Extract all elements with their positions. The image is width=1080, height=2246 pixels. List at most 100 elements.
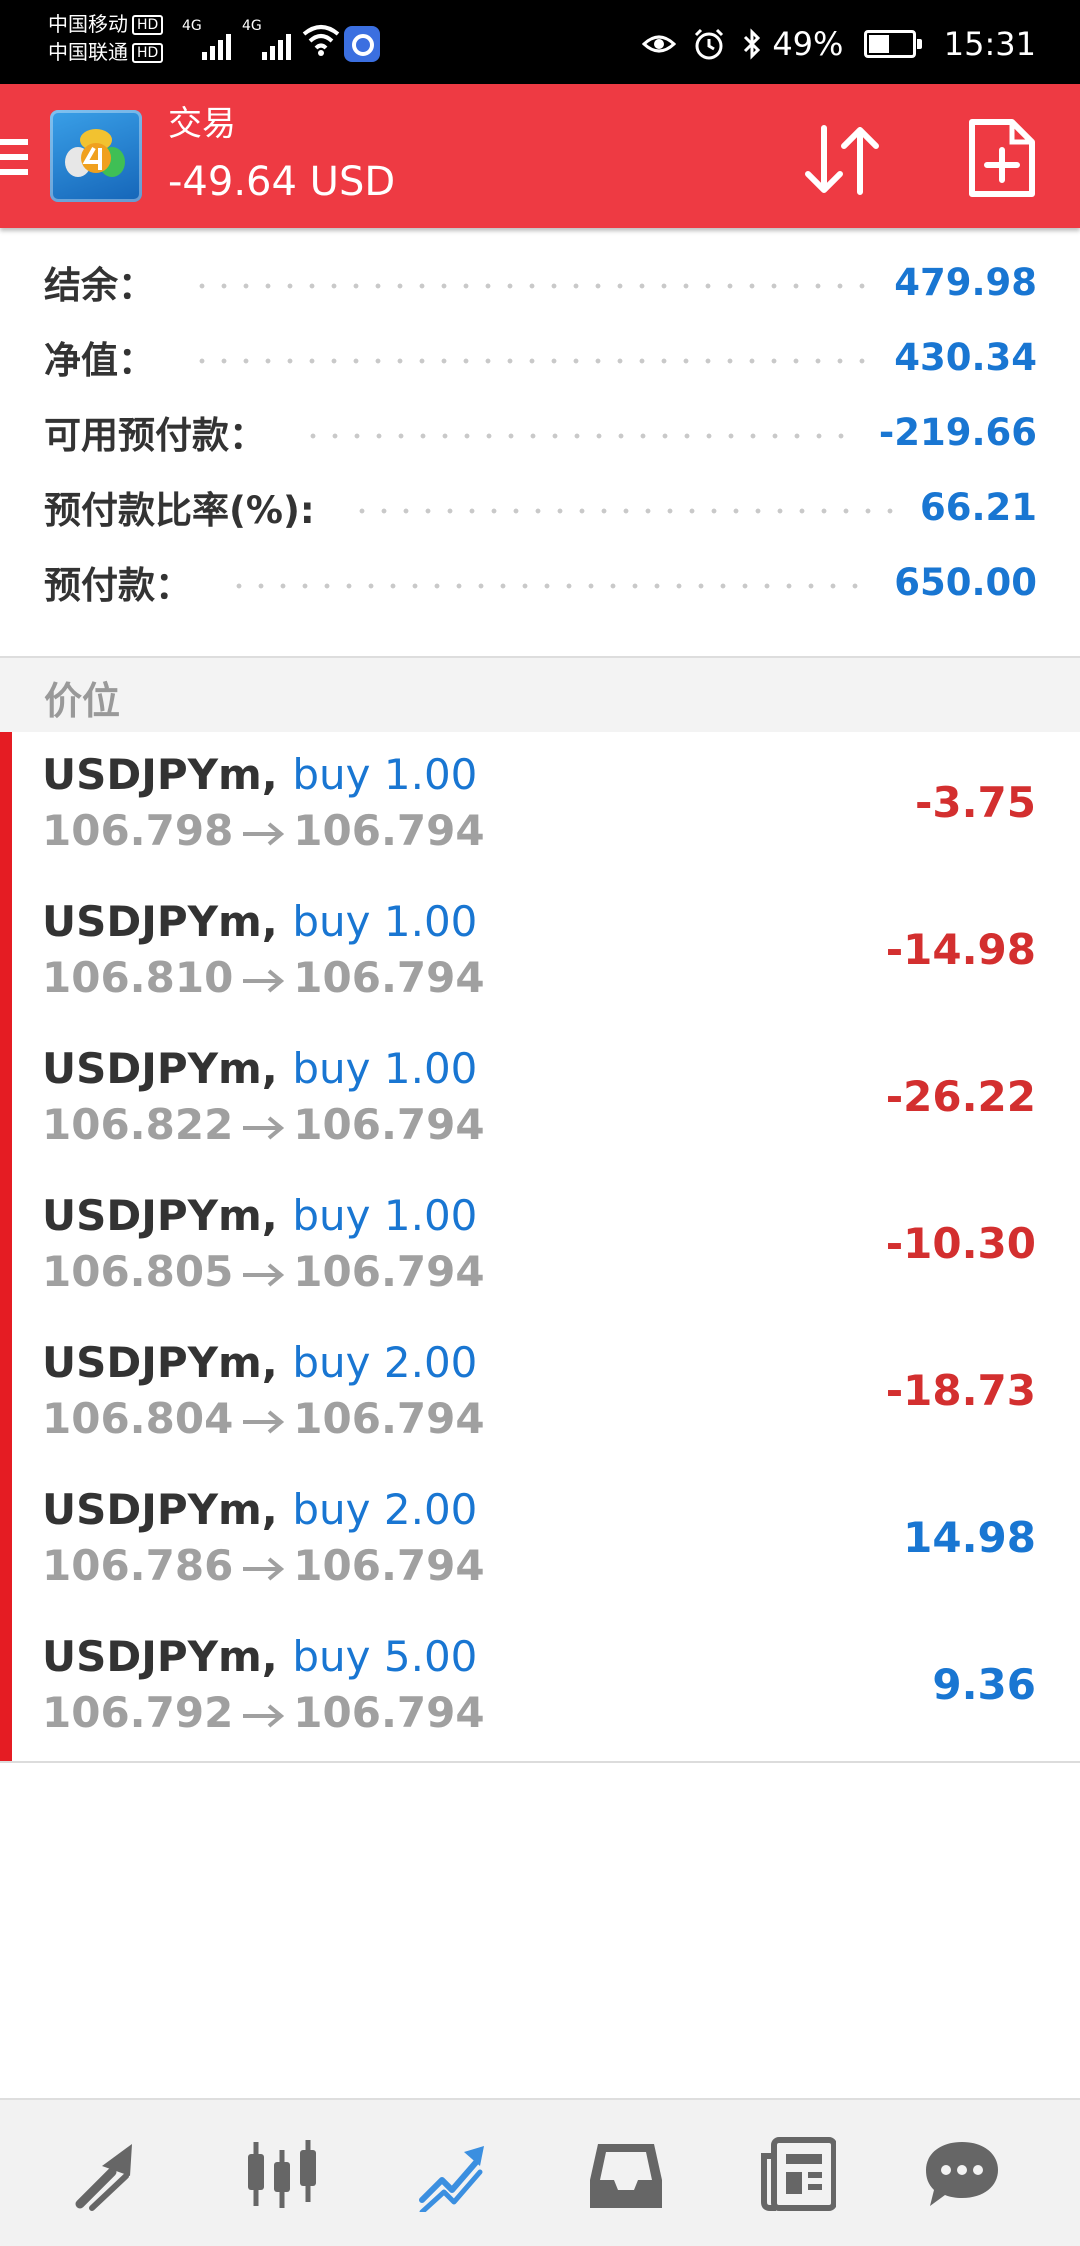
position-symbol: USDJPYm, [42, 1338, 278, 1387]
status-right: 49% 15:31 [641, 20, 1036, 66]
metatrader-logo [50, 110, 142, 202]
open-price: 106.822 [42, 1100, 234, 1149]
position-row[interactable]: USDJPYm, buy 5.00 106.792 106.794 9.36 [0, 1614, 1080, 1763]
bluetooth-icon [744, 28, 761, 60]
summary-row-free-margin: 可用预付款： -219.66 [44, 402, 1037, 462]
page-title: 交易 [168, 104, 236, 144]
dotted-leader [191, 283, 875, 289]
battery-percent: 49% [772, 25, 844, 63]
current-price: 106.794 [293, 953, 485, 1002]
summary-row-equity: 净值： 430.34 [44, 327, 1037, 387]
menu-icon[interactable] [0, 139, 28, 184]
bottom-navigation [0, 2098, 1080, 2246]
position-type: buy 2.00 [292, 1485, 478, 1534]
current-price: 106.794 [293, 1541, 485, 1590]
status-bar: 中国移动 HD 中国联通 HD 4G 4G 49% 15:31 [0, 0, 1080, 84]
current-price: 106.794 [293, 1100, 485, 1149]
position-type: buy 1.00 [292, 1191, 478, 1240]
open-price: 106.810 [42, 953, 234, 1002]
summary-value: 479.98 [894, 260, 1037, 304]
dotted-leader [228, 583, 875, 589]
open-price: 106.792 [42, 1688, 234, 1737]
position-type: buy 5.00 [292, 1632, 478, 1681]
carrier-info: 中国移动 HD 中国联通 HD [48, 10, 164, 66]
position-profit: -3.75 [914, 778, 1036, 827]
position-symbol: USDJPYm, [42, 897, 278, 946]
position-profit: -26.22 [885, 1072, 1036, 1121]
position-row[interactable]: USDJPYm, buy 1.00 106.810 106.794 -14.98 [0, 879, 1080, 1028]
current-price: 106.794 [293, 806, 485, 855]
position-type: buy 1.00 [292, 750, 478, 799]
summary-row-margin-level: 预付款比率(%): 66.21 [44, 477, 1037, 537]
arrow-right-icon [243, 1409, 285, 1434]
position-row[interactable]: USDJPYm, buy 2.00 106.786 106.794 14.98 [0, 1467, 1080, 1616]
position-symbol: USDJPYm, [42, 1191, 278, 1240]
position-symbol: USDJPYm, [42, 1044, 278, 1093]
arrow-right-icon [243, 1262, 285, 1287]
hd-badge: HD [132, 43, 164, 63]
summary-label: 预付款： [44, 564, 192, 607]
position-row[interactable]: USDJPYm, buy 2.00 106.804 106.794 -18.73 [0, 1320, 1080, 1469]
summary-value: 430.34 [894, 335, 1037, 379]
position-profit: 14.98 [903, 1513, 1036, 1562]
network-type: 4G [242, 18, 262, 34]
open-price: 106.804 [42, 1394, 234, 1443]
carrier-1: 中国移动 [48, 12, 128, 36]
open-price: 106.786 [42, 1541, 234, 1590]
dotted-leader [302, 433, 859, 439]
alarm-icon [694, 28, 724, 60]
position-symbol: USDJPYm, [42, 1485, 278, 1534]
trade-icon[interactable] [408, 2130, 498, 2220]
summary-label: 净值： [44, 339, 155, 382]
dotted-leader [191, 358, 875, 364]
position-profit: -18.73 [885, 1366, 1036, 1415]
summary-label: 结余： [44, 264, 155, 307]
total-profit: -49.64 USD [168, 159, 396, 205]
wifi-icon [302, 25, 340, 56]
app-notification-icon [344, 26, 380, 62]
open-price: 106.805 [42, 1247, 234, 1296]
arrow-right-icon [243, 968, 285, 993]
clock: 15:31 [943, 25, 1036, 63]
app-header: 交易 -49.64 USD [0, 84, 1080, 228]
current-price: 106.794 [293, 1247, 485, 1296]
chat-icon[interactable] [916, 2130, 1006, 2220]
position-type: buy 1.00 [292, 897, 478, 946]
dotted-leader [350, 508, 900, 514]
news-icon[interactable] [752, 2130, 842, 2220]
position-profit: -14.98 [885, 925, 1036, 974]
carrier-2: 中国联通 [48, 40, 128, 64]
current-price: 106.794 [293, 1394, 485, 1443]
battery-icon [863, 30, 922, 58]
position-profit: 9.36 [932, 1660, 1036, 1709]
hd-badge: HD [132, 15, 164, 35]
history-inbox-icon[interactable] [580, 2130, 670, 2220]
arrow-right-icon [243, 1115, 285, 1140]
open-price: 106.798 [42, 806, 234, 855]
current-price: 106.794 [293, 1688, 485, 1737]
summary-label: 可用预付款： [44, 414, 266, 457]
position-row[interactable]: USDJPYm, buy 1.00 106.805 106.794 -10.30 [0, 1173, 1080, 1322]
arrow-right-icon [243, 1703, 285, 1728]
position-row[interactable]: USDJPYm, buy 1.00 106.798 106.794 -3.75 [0, 732, 1080, 881]
position-row[interactable]: USDJPYm, buy 1.00 106.822 106.794 -26.22 [0, 1026, 1080, 1175]
arrow-right-icon [243, 821, 285, 846]
summary-value: 66.21 [919, 485, 1037, 529]
position-type: buy 2.00 [292, 1338, 478, 1387]
summary-row-margin: 预付款： 650.00 [44, 552, 1037, 612]
position-symbol: USDJPYm, [42, 1632, 278, 1681]
network-type: 4G [182, 18, 202, 34]
position-profit: -10.30 [885, 1219, 1036, 1268]
quotes-icon[interactable] [64, 2130, 154, 2220]
arrow-right-icon [243, 1556, 285, 1581]
summary-label: 预付款比率(%): [44, 489, 315, 532]
summary-row-balance: 结余： 479.98 [44, 252, 1037, 312]
new-order-icon[interactable] [966, 118, 1038, 198]
positions-section-header: 价位 [0, 656, 1080, 734]
summary-value: 650.00 [894, 560, 1037, 604]
summary-value: -219.66 [878, 410, 1037, 454]
eye-icon [641, 35, 676, 53]
position-symbol: USDJPYm, [42, 750, 278, 799]
chart-candles-icon[interactable] [236, 2130, 326, 2220]
sort-arrows-icon[interactable] [800, 122, 884, 198]
